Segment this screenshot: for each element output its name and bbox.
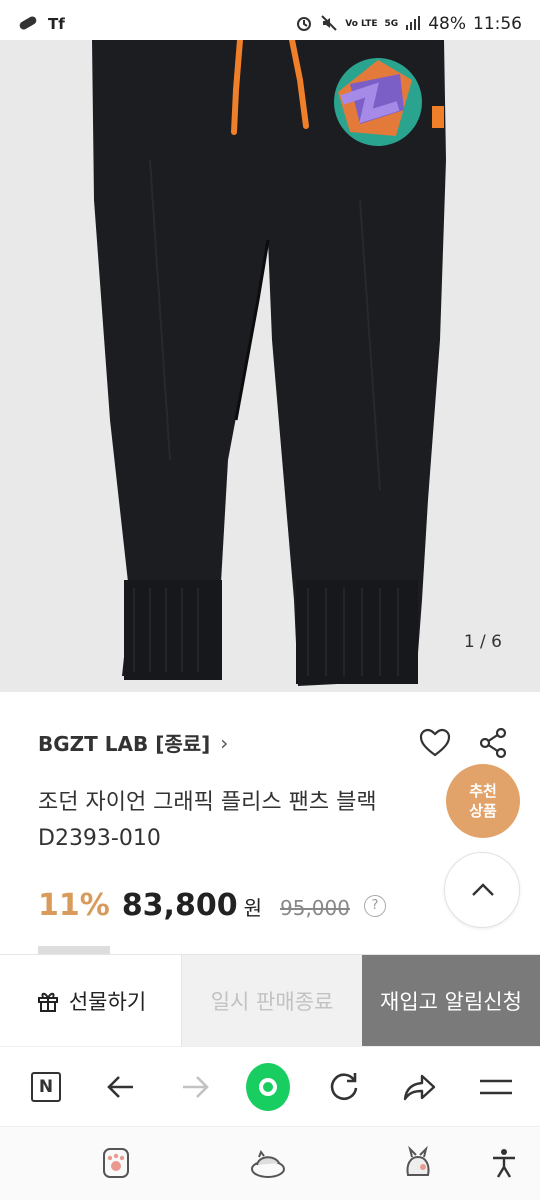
- mute-icon: [320, 14, 338, 35]
- recommend-badge[interactable]: 추천 상품: [446, 764, 520, 838]
- paw-icon[interactable]: [96, 1143, 136, 1183]
- battery-level: 48%: [428, 14, 466, 34]
- naver-logo: N: [31, 1072, 61, 1102]
- green-dot-inner: [259, 1078, 277, 1096]
- recommend-badge-line1: 추천: [469, 782, 497, 800]
- forward-icon[interactable]: [174, 1065, 218, 1109]
- price-row: 11% 83,800 원 95,000 ?: [38, 888, 386, 923]
- refresh-icon[interactable]: [322, 1065, 366, 1109]
- link-icon: [18, 15, 38, 34]
- original-price: 95,000: [280, 896, 350, 920]
- pants-illustration: [92, 40, 446, 686]
- cat-bed-icon[interactable]: [248, 1143, 288, 1183]
- sale-price: 83,800: [121, 888, 238, 923]
- share-forward-icon[interactable]: [398, 1065, 442, 1109]
- alarm-icon: [295, 14, 313, 35]
- soldout-button: 일시 판매종료: [182, 955, 362, 1047]
- help-icon[interactable]: ?: [363, 894, 386, 917]
- image-counter: 1 / 6: [463, 632, 502, 652]
- brand-row[interactable]: BGZT LAB [종료] ›: [38, 728, 228, 757]
- browser-nav: N: [0, 1046, 540, 1126]
- recommend-badge-line2: 상품: [469, 802, 497, 820]
- graphic-logo: [334, 58, 422, 146]
- back-icon[interactable]: [98, 1065, 142, 1109]
- product-image[interactable]: 1 / 6: [0, 40, 540, 692]
- gift-icon: [37, 992, 58, 1012]
- gift-button[interactable]: 선물하기: [0, 955, 182, 1047]
- clock: 11:56: [473, 14, 522, 34]
- product-info: BGZT LAB [종료] › 조던 자이언 그래픽 플리스 팬츠 블랙 D23…: [0, 692, 540, 956]
- signal-icon: [405, 15, 421, 34]
- currency-label: 원: [243, 896, 262, 920]
- volte-label: Vo LTE: [345, 19, 378, 29]
- network-label: 5G: [384, 19, 399, 29]
- discount-rate: 11%: [38, 888, 110, 923]
- restock-alert-button[interactable]: 재입고 알림신청: [362, 955, 540, 1047]
- cat-icon[interactable]: [398, 1143, 438, 1183]
- brand-name[interactable]: BGZT LAB [종료]: [38, 728, 210, 757]
- status-right: Vo LTE 5G 48% 11:56: [295, 14, 522, 35]
- tf-app-icon: Tf: [48, 14, 65, 33]
- green-dot: [246, 1063, 290, 1111]
- gift-label: 선물하기: [68, 990, 147, 1014]
- scroll-top-button[interactable]: [444, 852, 520, 928]
- chevron-right-icon: ›: [220, 730, 229, 755]
- share-icon[interactable]: [476, 726, 510, 760]
- system-nav: [0, 1126, 540, 1200]
- action-bar: 선물하기 일시 판매종료 재입고 알림신청: [0, 954, 540, 1047]
- heart-icon[interactable]: [418, 726, 452, 760]
- green-dot-icon[interactable]: [246, 1063, 290, 1111]
- accessibility-icon[interactable]: [484, 1143, 524, 1183]
- menu-icon[interactable]: [474, 1065, 518, 1109]
- chevron-up-icon: [472, 883, 494, 896]
- naver-home-icon[interactable]: N: [24, 1065, 68, 1109]
- status-left: Tf: [18, 15, 65, 34]
- product-title: 조던 자이언 그래픽 플리스 팬츠 블랙: [38, 790, 377, 815]
- product-model: D2393-010: [38, 826, 161, 851]
